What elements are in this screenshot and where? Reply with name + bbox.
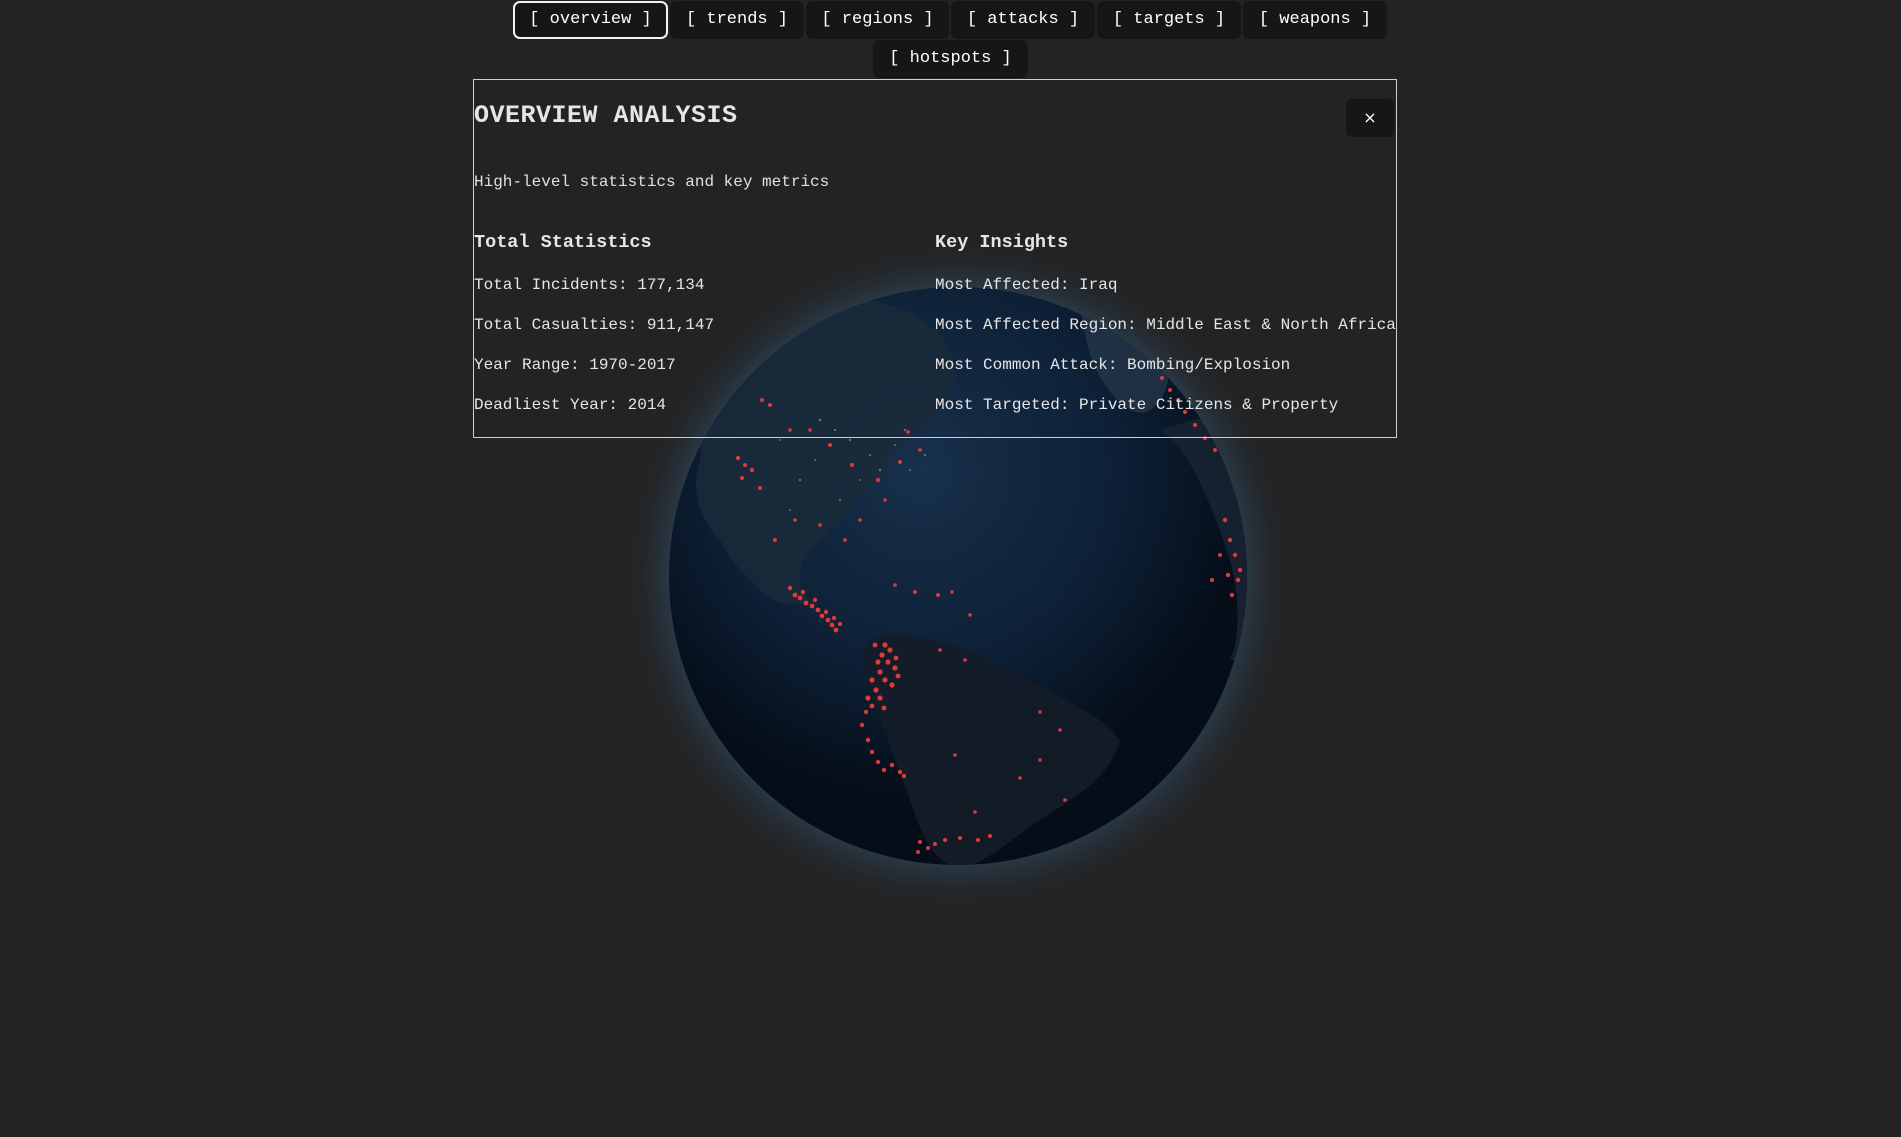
close-icon: × [1363,108,1377,127]
tab-hotspots[interactable]: [ hotspots ] [873,40,1028,78]
panel-title: OVERVIEW ANALYSIS [474,101,738,130]
stat-total-incidents: Total Incidents: 177,134 [474,276,705,294]
stat-deadliest-year: Deadliest Year: 2014 [474,396,667,414]
key-insights-heading: Key Insights [935,232,1069,253]
total-statistics-heading: Total Statistics [474,232,652,253]
insight-most-affected: Most Affected: Iraq [935,276,1118,294]
stat-total-casualties: Total Casualties: 911,147 [474,316,715,334]
tab-trends[interactable]: [ trends ] [670,1,804,39]
stat-year-range: Year Range: 1970-2017 [474,356,676,374]
panel-subtitle: High-level statistics and key metrics [474,173,830,191]
analysis-tab-bar: [ overview ] [ trends ] [ regions ] [ at… [0,0,1901,80]
tab-weapons[interactable]: [ weapons ] [1243,1,1387,39]
overview-analysis-panel: OVERVIEW ANALYSIS × High-level statistic… [473,79,1397,438]
tab-overview[interactable]: [ overview ] [513,1,668,39]
insight-most-targeted: Most Targeted: Private Citizens & Proper… [935,396,1339,414]
insight-most-affected-region: Most Affected Region: Middle East & Nort… [935,316,1396,334]
close-button[interactable]: × [1346,99,1394,137]
app-root: [ overview ] [ trends ] [ regions ] [ at… [0,0,1901,1137]
tab-targets[interactable]: [ targets ] [1097,1,1241,39]
total-statistics-section: Total Statistics Total Incidents: 177,13… [474,232,714,436]
tab-attacks[interactable]: [ attacks ] [951,1,1095,39]
insight-most-common-attack: Most Common Attack: Bombing/Explosion [935,356,1291,374]
key-insights-section: Key Insights Most Affected: Iraq Most Af… [935,232,1396,436]
tab-regions[interactable]: [ regions ] [806,1,949,39]
